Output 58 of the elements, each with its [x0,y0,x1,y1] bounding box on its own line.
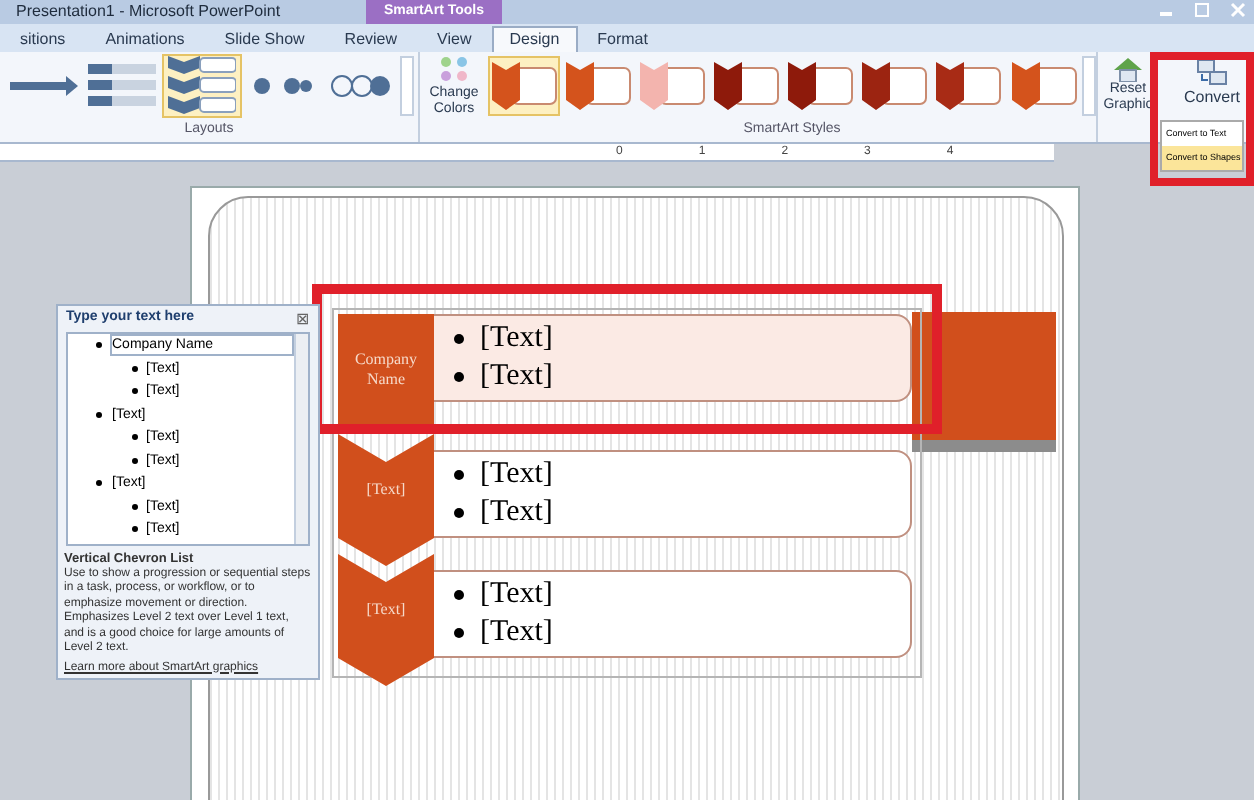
bullet-text: [Text] [480,576,553,614]
bullet-text: [Text] [480,494,553,532]
bullet-icon [454,470,464,480]
arrow-layout-icon [9,76,78,96]
bullet-text: [Text] [480,358,553,396]
chevron-label: Company Name [352,350,420,390]
ribbon-tab[interactable]: Review [324,26,418,52]
chevron-label: [Text] [364,480,408,500]
convert-shapes-icon [1196,58,1228,86]
ribbon-tab[interactable]: Slide Show [204,26,325,52]
bullet-icon [132,388,138,395]
ribbon-tab[interactable]: View [417,26,492,52]
close-button[interactable]: ⊠ [296,307,310,331]
window-title: Presentation1 - Microsoft PowerPoint [16,0,281,24]
bullet-box[interactable]: [Text] [Text] [432,450,912,538]
bullet-box[interactable]: [Text] [Text] [432,570,912,658]
highlight-frame [1150,52,1254,186]
bullet-icon [454,628,464,638]
bullet-icon [454,590,464,600]
bullet-icon [132,503,138,510]
chevron-label: [Text] [364,600,408,620]
stacked-bars-icon [88,64,157,108]
scrollbar[interactable] [294,334,308,544]
header-shape[interactable] [338,314,434,426]
bullet-icon [454,372,464,382]
bullet-icon [132,526,138,533]
layout-option[interactable] [162,54,242,118]
bullet-box[interactable]: [Text] [Text] [432,314,912,402]
style-option[interactable] [785,56,858,116]
bullet-icon [132,365,138,372]
chevron-shape[interactable] [338,434,434,566]
bullet-icon [96,411,102,418]
color-dots-icon [438,56,470,84]
style-option[interactable] [562,56,635,116]
dots-layout-icon [251,76,312,96]
bullet-icon [132,434,138,441]
style-option[interactable] [859,56,932,116]
bullet-icon [96,480,102,487]
bullet-icon [96,342,102,349]
ribbon-tab[interactable]: sitions [0,26,86,52]
style-option[interactable] [710,56,784,116]
chevron-shape[interactable] [338,554,434,686]
style-option[interactable] [1008,56,1081,116]
bullet-icon [132,457,138,464]
bullet-icon [454,508,464,518]
reset-icon [1114,58,1142,82]
ribbon-tab[interactable]: Design [491,26,578,52]
ribbon-tab[interactable]: Format [577,26,668,52]
ribbon-tab[interactable]: Animations [85,26,205,52]
style-option[interactable] [488,56,561,116]
bullet-text: [Text] [480,456,553,494]
bullet-text: [Text] [480,614,553,652]
convert-button[interactable]: Convert [1174,52,1250,116]
bullet-text: [Text] [480,320,553,358]
circles-layout-icon [330,74,391,98]
bullet-icon [454,334,464,344]
header-band [912,312,1056,452]
style-option[interactable] [933,56,1007,116]
